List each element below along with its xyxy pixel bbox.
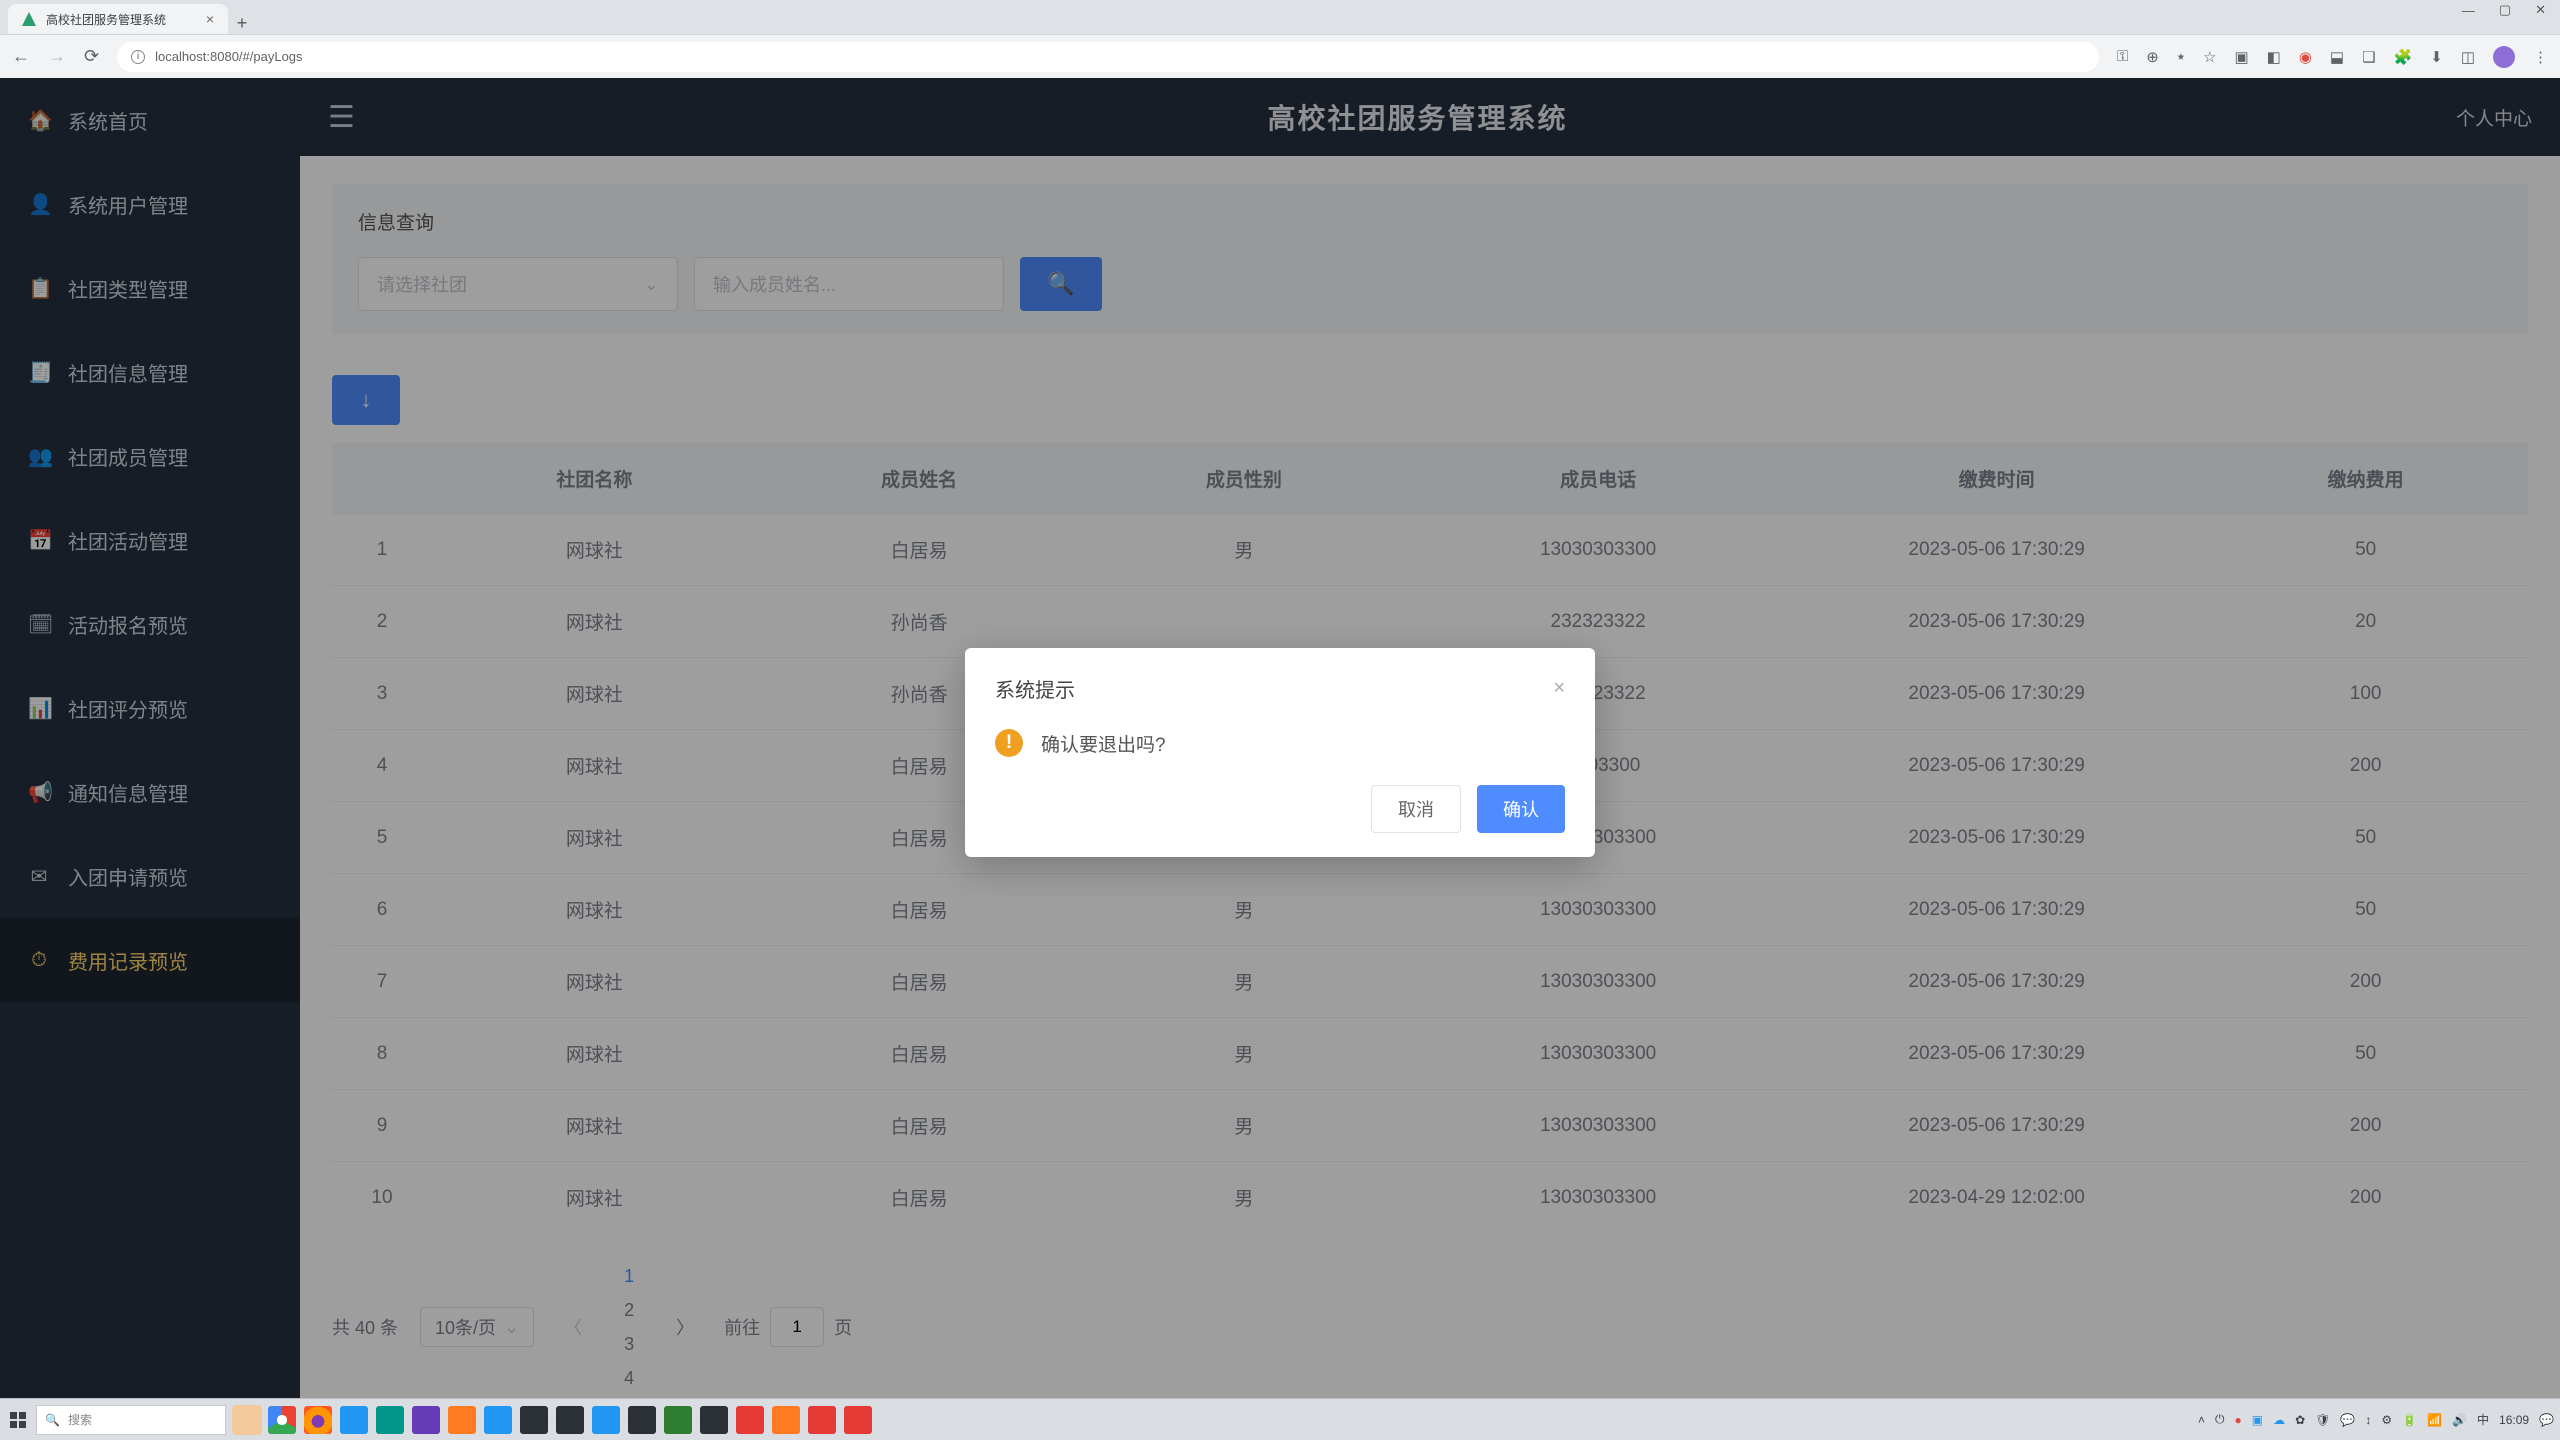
dialog-body: ! 确认要退出吗? xyxy=(995,729,1565,757)
browser-chrome: 高校社团服务管理系统 × + ← → ⟳ i localhost:8080/#/… xyxy=(0,0,2560,78)
taskbar-app-icon[interactable] xyxy=(556,1406,584,1434)
taskbar-search[interactable]: 🔍 搜索 xyxy=(36,1405,226,1435)
tray-network-icon[interactable]: 📶 xyxy=(2427,1413,2442,1427)
taskbar-app-icon[interactable] xyxy=(664,1406,692,1434)
ext-adblock-icon[interactable]: ◉ xyxy=(2299,48,2312,66)
new-tab-button[interactable]: + xyxy=(228,13,256,34)
taskbar-app-icon[interactable] xyxy=(736,1406,764,1434)
translate-icon[interactable]: ⭑ xyxy=(2177,48,2185,65)
window-minimize-icon[interactable]: — xyxy=(2462,3,2475,18)
dialog-message: 确认要退出吗? xyxy=(1041,730,1166,757)
ext1-icon[interactable]: ◧ xyxy=(2267,48,2281,66)
dialog-header: 系统提示 × xyxy=(995,674,1565,703)
dialog-footer: 取消 确认 xyxy=(995,785,1565,833)
url-text: localhost:8080/#/payLogs xyxy=(155,49,302,64)
app-viewport: 🏠 系统首页👤 系统用户管理📋 社团类型管理🧾 社团信息管理👥 社团成员管理📅 … xyxy=(0,78,2560,1398)
tray-icon[interactable]: ↕ xyxy=(2365,1413,2371,1427)
favicon-icon xyxy=(22,12,36,26)
taskbar-clock[interactable]: 16:09 xyxy=(2499,1413,2529,1427)
notification-center-icon[interactable]: 💬 xyxy=(2539,1413,2554,1427)
profile-avatar[interactable] xyxy=(2493,46,2515,68)
tray-icon[interactable]: ⏻ xyxy=(2215,1412,2225,1427)
site-info-icon[interactable]: i xyxy=(131,50,145,64)
search-icon: 🔍 xyxy=(45,1413,60,1427)
download-icon[interactable]: ⬇ xyxy=(2430,48,2443,66)
start-button[interactable] xyxy=(6,1408,30,1432)
taskbar-app-icon[interactable] xyxy=(772,1406,800,1434)
taskbar-app-icon[interactable] xyxy=(520,1406,548,1434)
confirm-button[interactable]: 确认 xyxy=(1477,785,1565,833)
tab-close-icon[interactable]: × xyxy=(206,11,214,27)
modal-overlay: 系统提示 × ! 确认要退出吗? 取消 确认 xyxy=(0,78,2560,1398)
extensions-icon[interactable]: 🧩 xyxy=(2394,48,2413,66)
dialog-close-icon[interactable]: × xyxy=(1553,677,1565,700)
browser-tab[interactable]: 高校社团服务管理系统 × xyxy=(8,4,228,34)
taskbar-app-icon[interactable] xyxy=(340,1406,368,1434)
taskbar-app-icon[interactable] xyxy=(484,1406,512,1434)
taskbar-app-firefox-icon[interactable] xyxy=(304,1406,332,1434)
tray-icon[interactable]: ⚙ xyxy=(2381,1413,2392,1427)
nav-reload-icon[interactable]: ⟳ xyxy=(84,46,99,67)
browser-menu-icon[interactable]: ⋮ xyxy=(2533,48,2548,66)
window-close-icon[interactable]: ✕ xyxy=(2535,2,2546,18)
taskbar-app-icon[interactable] xyxy=(808,1406,836,1434)
taskbar-app-chrome-icon[interactable] xyxy=(268,1406,296,1434)
address-bar-row: ← → ⟳ i localhost:8080/#/payLogs ⚿ ⊕ ⭑ ☆… xyxy=(0,34,2560,78)
tray-icon[interactable]: 💬 xyxy=(2340,1413,2355,1427)
cancel-button[interactable]: 取消 xyxy=(1371,785,1461,833)
tray-icon[interactable]: 🛡 xyxy=(2315,1413,2330,1427)
cancel-button-label: 取消 xyxy=(1398,796,1434,822)
tray-ime-icon[interactable]: 中 xyxy=(2477,1411,2489,1428)
taskbar-app-icon[interactable] xyxy=(628,1406,656,1434)
taskbar-user-avatar[interactable] xyxy=(232,1405,262,1435)
taskbar-app-icon[interactable] xyxy=(376,1406,404,1434)
ext3-icon[interactable]: ❏ xyxy=(2362,48,2375,66)
taskbar-search-placeholder: 搜索 xyxy=(68,1411,92,1428)
tray-icon[interactable]: ▣ xyxy=(2252,1413,2263,1427)
zoom-icon[interactable]: ⊕ xyxy=(2146,48,2159,66)
nav-forward-icon[interactable]: → xyxy=(48,46,66,67)
tab-title: 高校社团服务管理系统 xyxy=(46,11,166,28)
tray-icon[interactable]: ✿ xyxy=(2295,1413,2305,1427)
browser-action-icons: ⚿ ⊕ ⭑ ☆ ▣ ◧ ◉ ⬓ ❏ 🧩 ⬇ ◫ ⋮ xyxy=(2117,46,2548,68)
bookmark-icon[interactable]: ☆ xyxy=(2203,48,2216,66)
taskbar-pinned-apps xyxy=(268,1406,872,1434)
taskbar-app-icon[interactable] xyxy=(700,1406,728,1434)
key-icon[interactable]: ⚿ xyxy=(2117,48,2128,65)
tray-icon[interactable]: ● xyxy=(2235,1413,2242,1427)
ext2-icon[interactable]: ⬓ xyxy=(2330,48,2344,66)
address-bar[interactable]: i localhost:8080/#/payLogs xyxy=(117,42,2099,72)
confirm-dialog: 系统提示 × ! 确认要退出吗? 取消 确认 xyxy=(965,648,1595,857)
taskbar-app-icon[interactable] xyxy=(412,1406,440,1434)
taskbar-app-icon[interactable] xyxy=(448,1406,476,1434)
camera-icon[interactable]: ▣ xyxy=(2234,48,2248,66)
taskbar-app-icon[interactable] xyxy=(844,1406,872,1434)
tray-icon[interactable]: 🔋 xyxy=(2402,1413,2417,1427)
window-maximize-icon[interactable]: ▢ xyxy=(2499,2,2511,18)
tray-chevron-icon[interactable]: ˄ xyxy=(2198,1413,2205,1427)
os-window-controls: — ▢ ✕ xyxy=(2448,0,2560,20)
taskbar-app-icon[interactable] xyxy=(592,1406,620,1434)
tray-volume-icon[interactable]: 🔊 xyxy=(2452,1413,2467,1427)
warning-icon: ! xyxy=(995,729,1023,757)
tab-strip: 高校社团服务管理系统 × + xyxy=(0,0,2560,34)
system-tray: ˄ ⏻ ● ▣ ☁ ✿ 🛡 💬 ↕ ⚙ 🔋 📶 🔊 中 16:09 💬 xyxy=(2198,1411,2554,1428)
confirm-button-label: 确认 xyxy=(1503,796,1539,822)
dialog-title: 系统提示 xyxy=(995,674,1075,703)
tray-icon[interactable]: ☁ xyxy=(2273,1413,2285,1427)
panel-icon[interactable]: ◫ xyxy=(2461,48,2475,66)
os-taskbar: 🔍 搜索 ˄ ⏻ ● ▣ ☁ ✿ 🛡 💬 ↕ ⚙ 🔋 📶 🔊 中 xyxy=(0,1398,2560,1440)
nav-back-icon[interactable]: ← xyxy=(12,46,30,67)
